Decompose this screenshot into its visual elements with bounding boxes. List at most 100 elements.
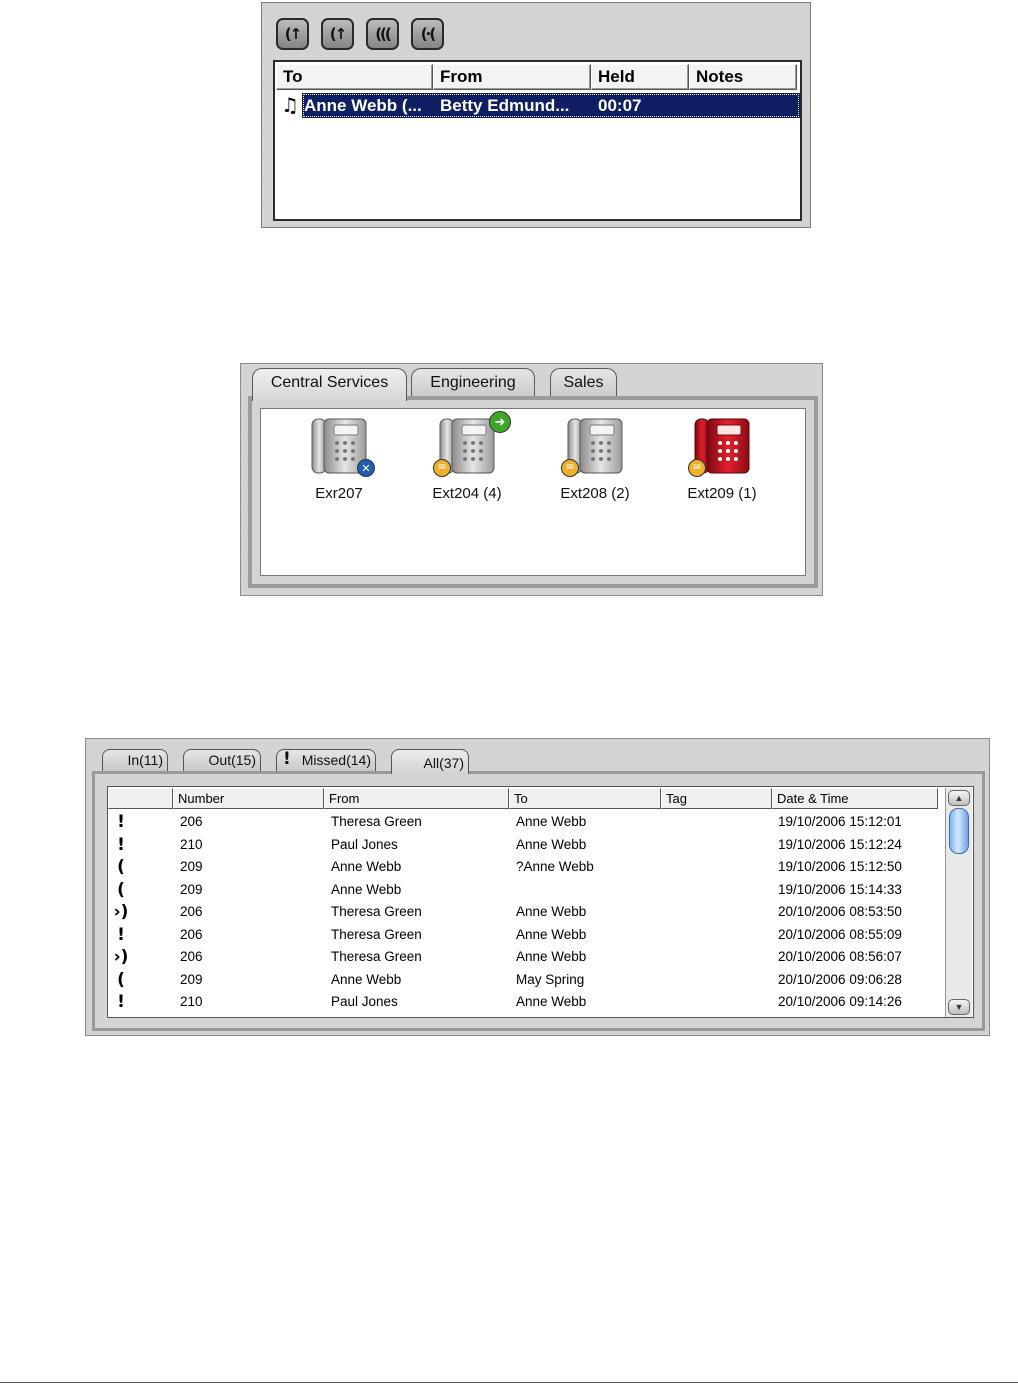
- table-row[interactable]: (209 Anne Webb ?Anne Webb 19/10/2006 15:12:…: [108, 856, 943, 878]
- held-time-cell: 00:07: [598, 96, 642, 115]
- log-number-cell: 210: [180, 836, 203, 852]
- voicemail-icon: ✉: [688, 459, 706, 477]
- incoming-call-icon: ›): [113, 902, 129, 922]
- column-header-from[interactable]: From: [433, 64, 591, 90]
- scroll-up-icon[interactable]: ▲: [948, 790, 970, 806]
- column-header-tag[interactable]: Tag: [661, 788, 772, 809]
- log-to-cell: ?Anne Webb: [516, 859, 594, 874]
- call-log-panel: In(11) Out(15) ! Missed(14) Number From …: [85, 738, 990, 1036]
- table-row[interactable]: ! 210 Paul Jones Anne Webb 20/10/2006 09:14:…: [108, 991, 943, 1013]
- tab-all[interactable]: All(37): [391, 749, 469, 774]
- held-from-cell: Betty Edmund...: [440, 96, 570, 115]
- table-row[interactable]: ›) 206 Theresa Green Anne Webb 20/10/2006 08…: [108, 901, 943, 923]
- log-from-cell: Paul Jones: [331, 994, 398, 1009]
- table-row[interactable]: ›) 206 Theresa Green Anne Webb 20/10/2006 08…: [108, 946, 943, 968]
- scroll-down-icon[interactable]: ▼: [948, 999, 970, 1015]
- log-number-cell: 206: [180, 814, 203, 829]
- log-datetime-cell: 19/10/2006 15:12:50: [778, 859, 902, 874]
- table-row[interactable]: ! 206 Theresa Green Anne Webb 19/10/2006 15:…: [108, 811, 943, 833]
- log-to-cell: Anne Webb: [516, 904, 587, 919]
- log-number-cell: 206: [180, 949, 203, 964]
- log-number-cell: 206: [180, 904, 203, 919]
- outgoing-call-icon: (: [117, 857, 125, 877]
- call-log-frame: Number From To Tag Date & Time ! 206 There…: [92, 771, 985, 1031]
- table-row[interactable]: ♫ Anne Webb (... Betty Edmund... 00:07: [275, 93, 800, 118]
- page-divider: [0, 1382, 1018, 1383]
- tab-in[interactable]: In(11): [102, 749, 168, 771]
- log-datetime-cell: 20/10/2006 08:56:07: [778, 949, 902, 964]
- log-to-cell: May Spring: [516, 971, 585, 987]
- log-from-cell: Theresa Green: [331, 904, 422, 919]
- extension-list: ✕ Exr207 ➜ ✉ Ext204 (4) ✉ Ext208 (2) ✉ E…: [260, 408, 806, 576]
- extension-phone[interactable]: ➜ ✉ Ext204 (4): [411, 411, 511, 515]
- column-header-type[interactable]: [108, 788, 173, 809]
- tab-sales[interactable]: Sales: [550, 368, 617, 398]
- missed-call-icon: !: [117, 834, 125, 855]
- tab-out[interactable]: Out(15): [183, 749, 261, 771]
- table-row[interactable]: ! 210 Paul Jones Anne Webb 19/10/2006 15:12:…: [108, 834, 943, 856]
- log-number-cell: 206: [180, 926, 203, 942]
- extension-phone[interactable]: ✉ Ext208 (2): [539, 415, 639, 515]
- forward-arrow-icon: ➜: [489, 411, 511, 433]
- voicemail-icon: ✉: [561, 459, 579, 477]
- extension-phone[interactable]: ✉ Ext209 (1): [666, 415, 766, 515]
- log-to-cell: Anne Webb: [516, 926, 587, 942]
- extension-label: Exr207: [315, 485, 363, 502]
- log-datetime-cell: 19/10/2006 15:12:01: [778, 814, 902, 829]
- missed-call-icon: !: [117, 924, 125, 945]
- extension-label: Ext209 (1): [687, 485, 757, 502]
- log-from-cell: Theresa Green: [331, 814, 422, 829]
- outgoing-call-icon: (: [117, 879, 125, 900]
- music-note-icon: ♫: [281, 93, 299, 117]
- log-number-cell: 209: [180, 859, 203, 874]
- tab-missed[interactable]: ! Missed(14): [276, 749, 376, 771]
- tab-missed-label: Missed(14): [301, 752, 371, 768]
- extension-label: Ext208 (2): [560, 485, 630, 502]
- column-header-date-time[interactable]: Date & Time: [772, 788, 938, 809]
- retrieve-call-button[interactable]: (↑: [276, 18, 309, 50]
- park-call-button[interactable]: (·(: [411, 18, 444, 50]
- tab-engineering[interactable]: Engineering: [411, 368, 535, 398]
- outgoing-call-icon: (: [117, 969, 125, 990]
- column-header-notes[interactable]: Notes: [689, 64, 797, 90]
- voicemail-icon: ✉: [433, 459, 451, 477]
- table-row[interactable]: ! 206 Theresa Green Anne Webb 20/10/2006 08:…: [108, 924, 943, 946]
- dnd-cross-icon: ✕: [357, 459, 375, 477]
- log-from-cell: Anne Webb: [331, 971, 402, 987]
- missed-call-icon: !: [283, 749, 291, 769]
- log-from-cell: Theresa Green: [331, 926, 422, 942]
- log-datetime-cell: 20/10/2006 09:14:26: [778, 994, 902, 1009]
- log-to-cell: Anne Webb: [516, 836, 587, 852]
- table-row[interactable]: (209 Anne Webb 19/10/2006 15:14:33: [108, 879, 943, 901]
- log-number-cell: 210: [180, 994, 203, 1009]
- vertical-scrollbar[interactable]: ▲ ▼: [945, 788, 972, 1017]
- log-from-cell: Paul Jones: [331, 836, 398, 852]
- missed-call-icon: !: [117, 992, 125, 1012]
- log-to-cell: Anne Webb: [516, 814, 587, 829]
- conference-button[interactable]: (((: [366, 18, 399, 50]
- extension-phone[interactable]: ✕ Exr207: [283, 415, 383, 515]
- log-to-cell: Anne Webb: [516, 949, 587, 964]
- table-row[interactable]: (209 Anne Webb May Spring 20/10/2006 09:06:…: [108, 969, 943, 991]
- column-header-to[interactable]: To: [276, 64, 433, 90]
- scroll-thumb[interactable]: [949, 808, 969, 854]
- held-calls-panel: (↑ (↑ ((( (·( To From Held Notes ♫ Anne …: [261, 2, 811, 228]
- log-from-cell: Anne Webb: [331, 881, 402, 897]
- log-datetime-cell: 20/10/2006 08:53:50: [778, 904, 902, 919]
- log-datetime-cell: 19/10/2006 15:12:24: [778, 836, 902, 852]
- column-header-held[interactable]: Held: [591, 64, 689, 90]
- column-header-number[interactable]: Number: [173, 788, 324, 809]
- conference-icon: (((: [375, 25, 392, 43]
- tab-central-services[interactable]: Central Services: [252, 368, 407, 401]
- held-calls-table: To From Held Notes ♫ Anne Webb (... Bett…: [273, 60, 802, 221]
- column-header-to[interactable]: To: [509, 788, 661, 809]
- missed-call-icon: !: [117, 812, 125, 832]
- group-frame: ✕ Exr207 ➜ ✉ Ext204 (4) ✉ Ext208 (2) ✉ E…: [248, 396, 818, 588]
- transfer-call-button[interactable]: (↑: [321, 18, 354, 50]
- call-log-table: Number From To Tag Date & Time ! 206 There…: [107, 786, 974, 1018]
- held-to-cell: Anne Webb (...: [304, 96, 422, 115]
- log-datetime-cell: 19/10/2006 15:14:33: [778, 881, 902, 897]
- park-call-icon: (·(: [420, 25, 436, 43]
- column-header-from[interactable]: From: [324, 788, 509, 809]
- log-number-cell: 209: [180, 881, 203, 897]
